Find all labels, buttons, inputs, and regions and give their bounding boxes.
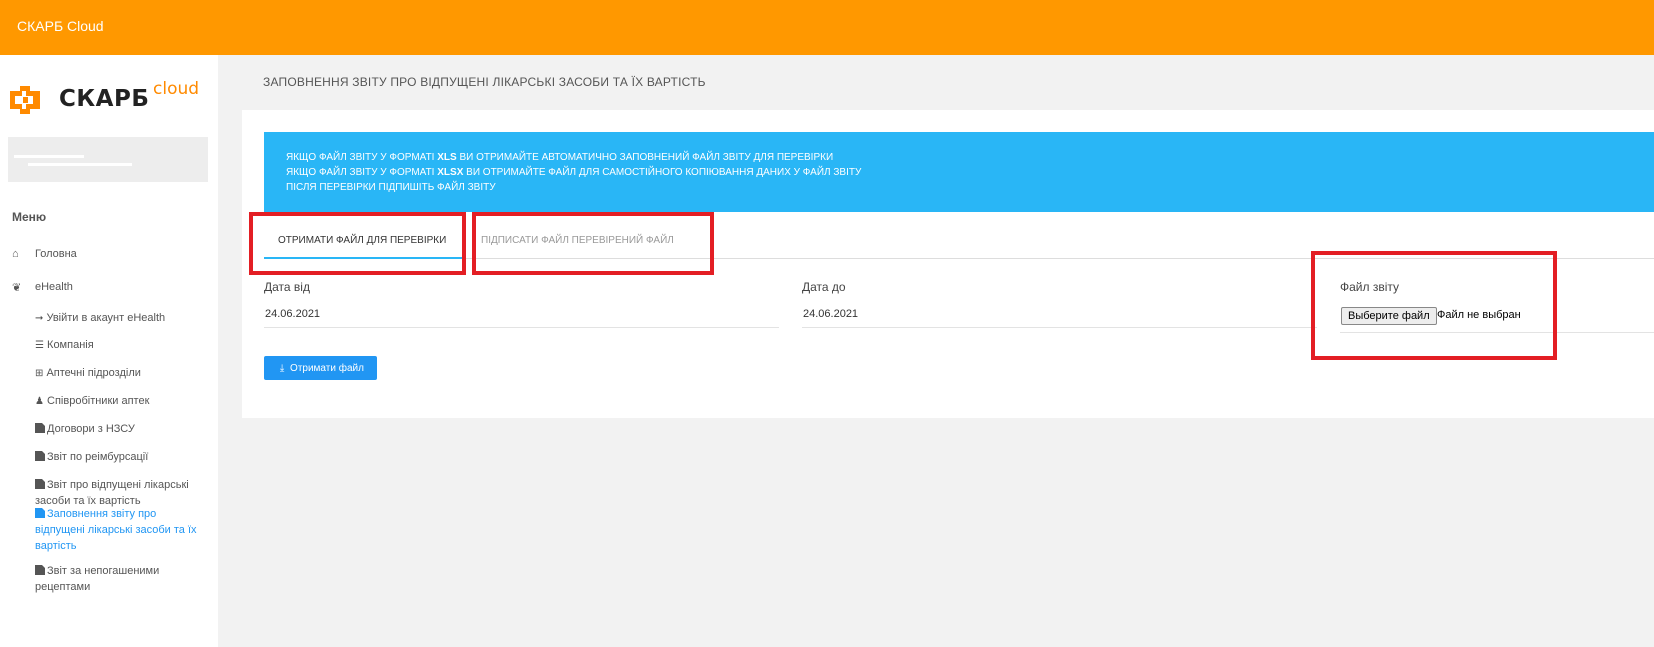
sidebar-subitem-label-line1: Звіт за непогашеними	[47, 565, 160, 577]
database-icon: ☰	[35, 340, 44, 351]
info-banner: ЯКЩО ФАЙЛ ЗВІТУ У ФОРМАТІ XLS ВИ ОТРИМАЙ…	[264, 132, 1654, 212]
sidebar-subitem-label: Співробітники аптек	[47, 395, 150, 407]
sidebar-subitem-dispensed-drugs-report[interactable]: Звіт про відпущені лікарські засоби та ї…	[35, 477, 205, 509]
page-title: ЗАПОВНЕННЯ ЗВІТУ ПРО ВІДПУЩЕНІ ЛІКАРСЬКІ…	[263, 75, 706, 89]
get-file-button-label: Отримати файл	[290, 362, 364, 374]
sidebar-item-label: Головна	[35, 248, 77, 260]
date-from-input[interactable]: 24.06.2021	[265, 308, 320, 320]
active-tab-indicator	[264, 257, 464, 259]
choose-file-button[interactable]: Выберите файл	[1341, 307, 1437, 325]
menu-title: Меню	[12, 210, 47, 224]
app-title[interactable]: СКАРБ Cloud	[17, 18, 104, 34]
sidebar-subitem-label: Увійти в акаунт eHealth	[46, 312, 166, 324]
info-line: ПІСЛЯ ПЕРЕВІРКИ ПІДПИШІТЬ ФАЙЛ ЗВІТУ	[286, 182, 496, 193]
tab-sign-checked-file[interactable]: ПІДПИСАТИ ФАЙЛ ПЕРЕВІРЕНИЙ ФАЙЛ	[481, 235, 674, 246]
sidebar-subitem-label-line1: Заповнення звіту про	[47, 508, 157, 520]
info-line: ЯКЩО ФАЙЛ ЗВІТУ У ФОРМАТІ XLS ВИ ОТРИМАЙ…	[286, 152, 834, 163]
sidebar-subitem-label-line1: Звіт про відпущені лікарські	[47, 479, 189, 491]
sidebar-subitem-fill-dispensed-report[interactable]: Заповнення звіту про відпущені лікарські…	[35, 506, 205, 554]
top-bar: СКАРБ Cloud	[0, 0, 1654, 55]
date-to-input[interactable]: 24.06.2021	[803, 308, 858, 320]
sidebar-subitem-label: Звіт по реімбурсації	[47, 451, 149, 463]
logo-word: СКАРБ	[59, 86, 150, 112]
sign-in-icon: ➞	[35, 313, 44, 324]
user-role-redacted	[28, 163, 132, 166]
sidebar-subitem-label: Компанія	[47, 339, 94, 351]
sidebar-subitem-label-line3: вартість	[35, 540, 77, 552]
sidebar-subitem-nszu-contracts[interactable]: Договори з НЗСУ	[35, 421, 205, 437]
sidebar-subitem-label-line2: відпущені лікарські засоби та їх	[35, 524, 197, 536]
sidebar-subitem-pharmacy-units[interactable]: ⊞ Аптечні підрозділи	[35, 365, 205, 382]
skarb-logo-icon	[10, 86, 40, 114]
date-from-label: Дата від	[264, 280, 310, 294]
info-line: ЯКЩО ФАЙЛ ЗВІТУ У ФОРМАТІ XLSX ВИ ОТРИМА…	[286, 167, 862, 178]
tab-bar: ОТРИМАТИ ФАЙЛ ДЛЯ ПЕРЕВІРКИ ПІДПИСАТИ ФА…	[264, 225, 1654, 259]
user-info-block	[8, 137, 208, 182]
sidebar-subitem-company[interactable]: ☰ Компанія	[35, 337, 205, 354]
report-file-label: Файл звіту	[1340, 280, 1400, 294]
sidebar-subitem-label: Аптечні підрозділи	[46, 367, 141, 379]
date-to-underline	[802, 327, 1317, 328]
download-icon: ⤓	[279, 362, 285, 374]
file-icon	[35, 451, 45, 461]
sidebar-item-home[interactable]: ⌂ Головна	[12, 248, 77, 260]
logo-suffix: cloud	[153, 79, 200, 99]
report-file-underline	[1340, 332, 1654, 333]
user-md-icon: ♟	[35, 396, 44, 407]
tab-get-file-for-check[interactable]: ОТРИМАТИ ФАЙЛ ДЛЯ ПЕРЕВІРКИ	[278, 235, 446, 246]
sidebar-item-ehealth[interactable]: ❦ eHealth	[12, 281, 73, 294]
plus-square-icon: ⊞	[35, 368, 44, 379]
sidebar-subitem-reimbursement-report[interactable]: Звіт по реімбурсації	[35, 449, 205, 465]
get-file-button[interactable]: ⤓ Отримати файл	[264, 356, 377, 380]
date-to-label: Дата до	[802, 280, 846, 294]
file-icon	[35, 565, 45, 575]
file-icon	[35, 508, 45, 518]
logo[interactable]: СКАРБ cloud	[7, 79, 212, 119]
home-icon: ⌂	[12, 248, 19, 260]
sidebar-subitem-unredeemed-prescriptions[interactable]: Звіт за непогашеними рецептами	[35, 563, 205, 595]
file-icon	[35, 423, 45, 433]
user-name-redacted	[14, 155, 84, 158]
sidebar-subitem-pharmacy-staff[interactable]: ♟ Співробітники аптек	[35, 393, 205, 410]
date-from-underline	[264, 327, 779, 328]
sidebar-subitem-label: Договори з НЗСУ	[47, 423, 135, 435]
leaf-icon: ❦	[12, 282, 22, 294]
sidebar-item-label: eHealth	[35, 281, 73, 293]
file-icon	[35, 479, 45, 489]
sidebar-subitem-label-line2: рецептами	[35, 581, 91, 593]
sidebar: СКАРБ cloud Меню ⌂ Головна ❦ eHealth ➞ У…	[0, 55, 218, 647]
sidebar-subitem-ehealth-login[interactable]: ➞ Увійти в акаунт eHealth	[35, 310, 205, 327]
file-status: Файл не выбран	[1437, 309, 1521, 321]
